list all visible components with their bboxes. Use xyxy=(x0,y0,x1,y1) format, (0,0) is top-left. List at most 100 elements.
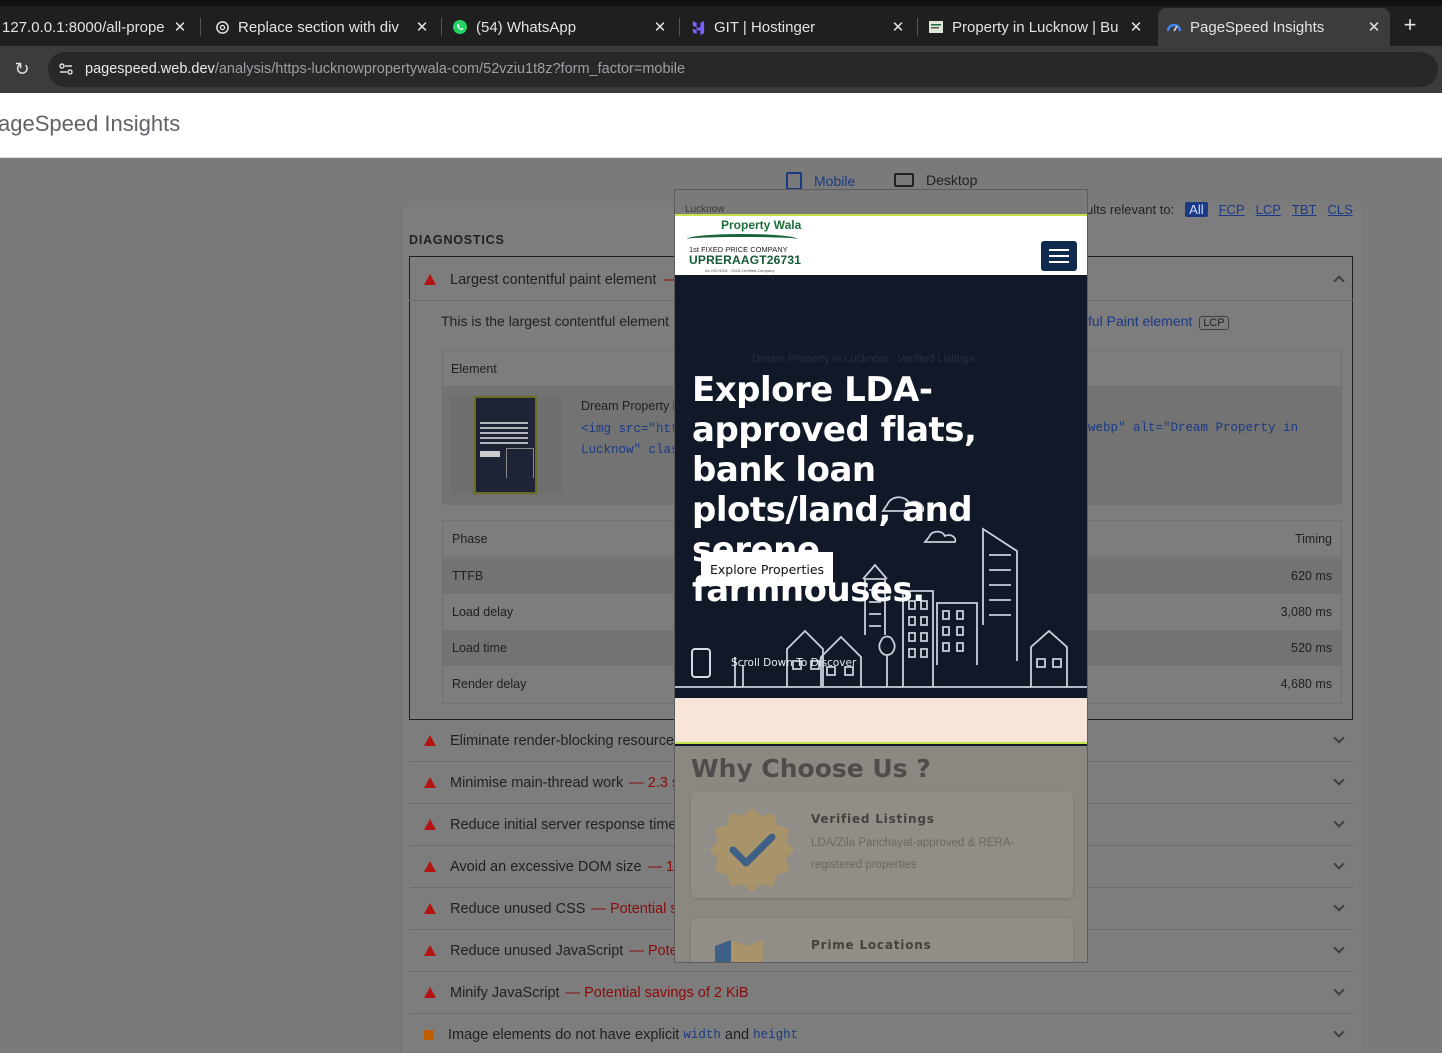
close-icon[interactable]: ✕ xyxy=(414,18,430,36)
audit-savings: — Potential savings of 2 KiB xyxy=(565,984,749,1001)
feature-card: Verified Listings LDA/Zila Panchayat-app… xyxy=(691,792,1073,898)
filter-all[interactable]: All xyxy=(1185,202,1208,217)
lcp-badge: LCP xyxy=(1199,316,1229,330)
phase-name: TTFB xyxy=(452,569,484,583)
tab-title: 127.0.0.1:8000/all-prope xyxy=(2,18,165,36)
site-info-icon[interactable] xyxy=(58,61,74,77)
audit-code-height: height xyxy=(753,1028,799,1042)
desktop-icon xyxy=(894,173,914,187)
chevron-down-icon[interactable] xyxy=(1333,942,1345,954)
page-title: ageSpeed Insights xyxy=(0,111,181,136)
url-text: pagespeed.web.dev/analysis/https-lucknow… xyxy=(85,61,685,77)
audit-minify-js[interactable]: Minify JavaScript — Potential savings of… xyxy=(409,972,1353,1014)
tab-separator xyxy=(679,18,680,36)
tab-mobile[interactable]: Mobile xyxy=(786,172,855,190)
audit-image-dimensions[interactable]: Image elements do not have explicit widt… xyxy=(409,1014,1353,1053)
filter-fcp[interactable]: FCP xyxy=(1219,202,1245,217)
chevron-down-icon[interactable] xyxy=(1333,984,1345,996)
phase-name: Load delay xyxy=(452,605,514,619)
tab-mobile-label: Mobile xyxy=(814,173,856,189)
feature-card-title: Verified Listings xyxy=(811,812,935,826)
feature-card-desc: LDA/Zila Panchayat-approved & RERA-regis… xyxy=(811,837,1015,871)
lcp-learn-more[interactable]: ful Paint element LCP xyxy=(1088,313,1229,330)
phase-timing: 620 ms xyxy=(1291,569,1332,583)
tab-whatsapp[interactable]: (54) WhatsApp ✕ xyxy=(444,8,676,46)
close-icon[interactable]: ✕ xyxy=(1128,18,1144,36)
element-snippet-right: webp" alt="Dream Property in xyxy=(1088,418,1298,436)
close-icon[interactable]: ✕ xyxy=(1366,18,1382,36)
tab-localhost[interactable]: 127.0.0.1:8000/all-prope ✕ xyxy=(0,8,196,46)
diagnostics-heading: DIAGNOSTICS xyxy=(409,233,505,247)
thumbnail-button xyxy=(480,451,500,457)
tab-desktop[interactable]: Desktop xyxy=(894,172,977,188)
mouse-scroll-icon xyxy=(691,648,711,678)
tab-separator xyxy=(917,18,918,36)
audit-title: Reduce initial server response time xyxy=(450,816,677,833)
element-screenshot[interactable] xyxy=(450,395,562,495)
audit-title: Minify JavaScript xyxy=(450,984,560,1001)
close-icon[interactable]: ✕ xyxy=(890,18,906,36)
reload-icon[interactable]: ↻ xyxy=(12,59,32,79)
fail-icon xyxy=(424,861,436,872)
chevron-down-icon[interactable] xyxy=(1333,732,1345,744)
chevron-down-icon[interactable] xyxy=(1333,900,1345,912)
chevron-up-icon[interactable] xyxy=(1333,275,1345,287)
audit-title: Image elements do not have explicit xyxy=(448,1027,680,1043)
map-icon xyxy=(715,940,763,962)
hero-ghost-text: Dream Property in Lucknow - Verified Lis… xyxy=(752,353,975,365)
scroll-hint: Scroll Down To Discover xyxy=(731,657,857,669)
filter-cls[interactable]: CLS xyxy=(1327,202,1352,217)
tab-title: Property in Lucknow | Bu xyxy=(952,18,1119,36)
tab-pagespeed[interactable]: PageSpeed Insights ✕ xyxy=(1158,8,1390,46)
phase-timing: 3,080 ms xyxy=(1280,605,1332,619)
average-icon xyxy=(424,1030,434,1040)
chevron-down-icon[interactable] xyxy=(1333,858,1345,870)
chevron-down-icon[interactable] xyxy=(1333,774,1345,786)
audit-title: Reduce unused JavaScript xyxy=(450,942,624,959)
tab-property-site[interactable]: Property in Lucknow | Bu ✕ xyxy=(920,8,1152,46)
property-site-icon xyxy=(928,19,944,35)
audit-savings: — Potential sa xyxy=(591,900,686,917)
chevron-down-icon[interactable] xyxy=(1333,816,1345,828)
browser-toolbar: ↻ pagespeed.web.dev/analysis/https-luckn… xyxy=(0,46,1442,93)
fail-icon xyxy=(424,777,436,788)
preview-why-section: Why Choose Us ? Verified Listings LDA/Zi… xyxy=(675,746,1087,962)
tab-title: (54) WhatsApp xyxy=(476,18,577,36)
close-icon[interactable]: ✕ xyxy=(652,18,668,36)
close-icon[interactable]: ✕ xyxy=(172,18,188,36)
thumbnail-city xyxy=(506,448,534,478)
audit-title: Minimise main-thread work xyxy=(450,774,624,791)
timing-column-header: Timing xyxy=(1294,531,1332,546)
filter-tbt[interactable]: TBT xyxy=(1292,202,1317,217)
phase-timing: 4,680 ms xyxy=(1280,677,1332,691)
audit-title: Eliminate render-blocking resources xyxy=(450,732,682,749)
tab-separator xyxy=(200,18,201,36)
filter-label: ults relevant to: xyxy=(1086,202,1175,217)
audit-title: Reduce unused CSS xyxy=(450,900,586,917)
hamburger-menu-icon[interactable] xyxy=(1041,241,1077,271)
chevron-down-icon[interactable] xyxy=(1333,1026,1345,1038)
lcp-screenshot-preview[interactable]: Lucknow Property Wala 1st FIXED PRICE CO… xyxy=(674,189,1088,963)
lcp-description: This is the largest contentful element xyxy=(441,313,670,329)
tab-hostinger[interactable]: GIT | Hostinger ✕ xyxy=(682,8,914,46)
fail-icon xyxy=(424,274,436,285)
element-name: Dream Property i xyxy=(581,399,676,413)
phase-column-header: Phase xyxy=(452,531,488,546)
filter-lcp[interactable]: LCP xyxy=(1256,202,1281,217)
feature-card: Prime Locations xyxy=(691,918,1073,962)
new-tab-icon[interactable]: + xyxy=(1399,14,1421,36)
lcp-link-text[interactable]: ful Paint element xyxy=(1088,313,1192,329)
phase-name: Render delay xyxy=(452,677,527,691)
thumbnail-phone xyxy=(474,396,537,494)
address-bar[interactable]: pagespeed.web.dev/analysis/https-lucknow… xyxy=(48,52,1438,87)
audit-savings: — 2.3 s xyxy=(629,774,680,791)
fail-icon xyxy=(424,987,436,998)
site-logo-iso: An ISO 9001 : 2015 Certified Company xyxy=(705,268,775,273)
site-logo-name: Property Wala xyxy=(721,218,802,232)
explore-properties-button[interactable]: Explore Properties xyxy=(701,552,833,586)
verified-badge-icon xyxy=(710,808,794,892)
tab-chatgpt[interactable]: Replace section with div ✕ xyxy=(206,8,438,46)
element-snippet: <img src="htt Lucknow" clas xyxy=(581,418,679,460)
fail-icon xyxy=(424,945,436,956)
site-logo-reg-number: UPRERAAGT26731 xyxy=(689,253,802,267)
